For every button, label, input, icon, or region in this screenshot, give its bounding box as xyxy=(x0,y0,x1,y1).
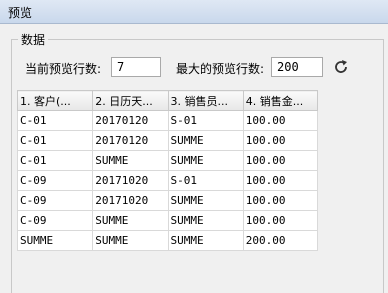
current-rows-field[interactable]: 7 xyxy=(111,57,161,77)
table-cell[interactable]: 100.00 xyxy=(242,150,319,171)
column-header-salesperson[interactable]: 3. 销售员... xyxy=(167,90,244,111)
max-rows-field[interactable]: 200 xyxy=(271,57,323,77)
table-cell[interactable]: C-09 xyxy=(16,210,94,231)
table-cell[interactable]: 100.00 xyxy=(242,170,319,191)
table-row: C-09 20171020 SUMME 100.00 xyxy=(16,190,319,211)
max-rows-label: 最大的预览行数: xyxy=(176,62,265,76)
table-cell[interactable]: SUMME xyxy=(92,230,169,251)
refresh-icon xyxy=(335,60,347,73)
table-cell[interactable]: 200.00 xyxy=(242,230,319,251)
table-cell[interactable]: SUMME xyxy=(167,190,244,211)
table-cell[interactable]: SUMME xyxy=(92,210,169,231)
column-header-calendar-day[interactable]: 2. 日历天... xyxy=(92,90,169,111)
table-cell[interactable]: S-01 xyxy=(167,170,244,191)
table-header-row: 1. 客户(... 2. 日历天... 3. 销售员... 4. 销售金... xyxy=(16,90,319,111)
column-header-sales-amount[interactable]: 4. 销售金... xyxy=(242,90,319,111)
table-cell[interactable]: 20171020 xyxy=(92,190,169,211)
title-bar: 预览 xyxy=(0,0,388,24)
table-cell[interactable]: SUMME xyxy=(167,130,244,151)
table-cell[interactable]: 100.00 xyxy=(242,190,319,211)
table-cell[interactable]: C-01 xyxy=(16,130,94,151)
table-cell[interactable]: 20170120 xyxy=(92,130,169,151)
table-row: C-01 SUMME SUMME 100.00 xyxy=(16,150,319,171)
table-cell[interactable]: 100.00 xyxy=(242,210,319,231)
table-cell[interactable]: C-09 xyxy=(16,170,94,191)
table-row: C-09 SUMME SUMME 100.00 xyxy=(16,210,319,231)
window-title: 预览 xyxy=(8,6,33,20)
table-cell[interactable]: SUMME xyxy=(167,150,244,171)
table-row: C-01 20170120 S-01 100.00 xyxy=(16,110,319,131)
column-header-customer[interactable]: 1. 客户(... xyxy=(16,90,94,111)
refresh-button[interactable] xyxy=(331,57,351,77)
current-rows-label: 当前预览行数: xyxy=(25,62,102,76)
table-row: C-09 20171020 S-01 100.00 xyxy=(16,170,319,191)
table-cell[interactable]: SUMME xyxy=(167,210,244,231)
preview-table: 1. 客户(... 2. 日历天... 3. 销售员... 4. 销售金... … xyxy=(16,90,319,251)
group-label: 数据 xyxy=(18,31,49,48)
table-row: SUMME SUMME SUMME 200.00 xyxy=(16,230,319,251)
table-cell[interactable]: 20170120 xyxy=(92,110,169,131)
table-cell[interactable]: C-01 xyxy=(16,110,94,131)
table-row: C-01 20170120 SUMME 100.00 xyxy=(16,130,319,151)
table-cell[interactable]: 100.00 xyxy=(242,110,319,131)
table-cell[interactable]: C-09 xyxy=(16,190,94,211)
table-cell[interactable]: 100.00 xyxy=(242,130,319,151)
table-cell[interactable]: C-01 xyxy=(16,150,94,171)
table-cell[interactable]: SUMME xyxy=(16,230,94,251)
table-cell[interactable]: SUMME xyxy=(92,150,169,171)
table-cell[interactable]: SUMME xyxy=(167,230,244,251)
table-cell[interactable]: S-01 xyxy=(167,110,244,131)
table-cell[interactable]: 20171020 xyxy=(92,170,169,191)
